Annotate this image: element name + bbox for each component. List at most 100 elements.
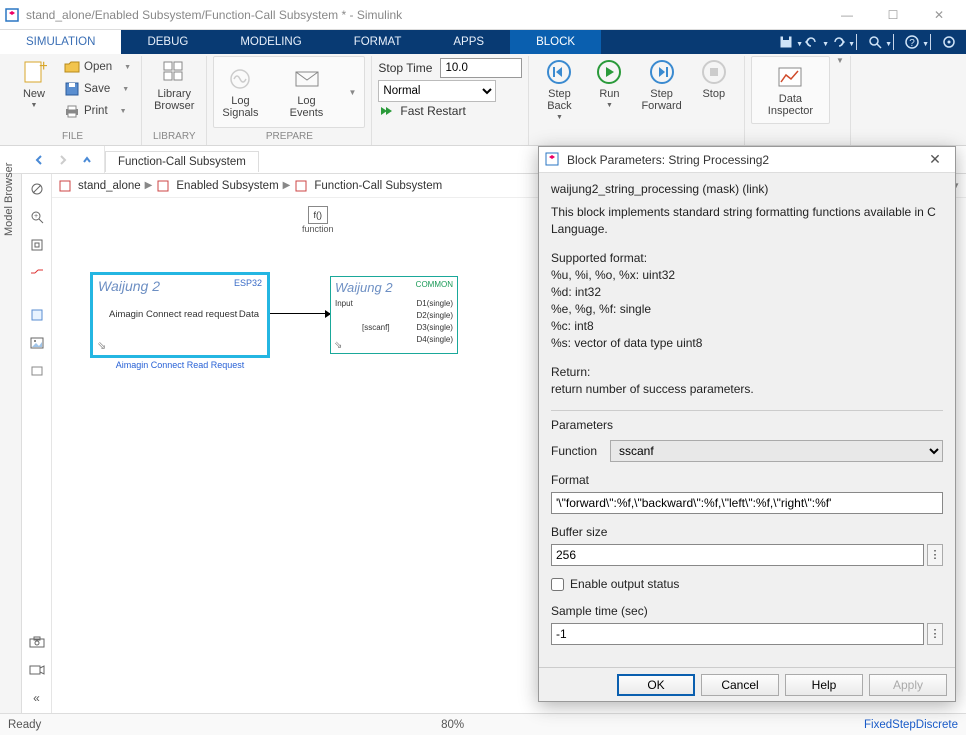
save-icon[interactable]: ▼ [775,32,797,52]
sim-mode-select[interactable]: Normal [378,80,496,102]
sample-more-button[interactable]: ⋮ [927,623,943,645]
area-icon[interactable] [26,360,48,382]
aimagin-connect-block[interactable]: Waijung 2ESP32 Aimagin Connect read requ… [90,272,270,358]
dialog-title: Block Parameters: String Processing2 [567,153,921,167]
quick-access-toolbar: ▼ ▼ ▼ ▼ ?▼ [775,30,966,54]
nav-forward-button[interactable] [52,149,74,171]
subsystem-icon [156,179,170,193]
nav-back-button[interactable] [28,149,50,171]
model-browser-label: Model Browser [3,163,15,236]
buffer-more-button[interactable]: ⋮ [927,544,943,566]
collapse-icon[interactable]: « [26,687,48,709]
help-button[interactable]: Help [785,674,863,696]
model-browser-rail[interactable]: Model Browser [0,174,22,713]
mask-description: This block implements standard string fo… [551,204,943,238]
help-icon[interactable]: ?▼ [901,32,923,52]
apply-button[interactable]: Apply [869,674,947,696]
step-back-button[interactable]: Step Back▼ [535,56,583,123]
group-simulate: Stop Time Normal Fast Restart [371,56,529,145]
tab-apps[interactable]: APPS [427,30,510,54]
model-icon [58,179,72,193]
fast-restart-button[interactable]: Fast Restart [378,104,522,118]
data-inspector-icon [776,63,804,91]
sample-time-input[interactable] [551,623,924,645]
undo-icon[interactable]: ▼ [801,32,823,52]
enable-output-checkbox[interactable] [551,578,564,591]
library-browser-button[interactable]: Library Browser [148,56,200,114]
svg-text:+: + [33,213,37,220]
print-icon [64,103,80,119]
status-zoom[interactable]: 80% [441,719,464,731]
return-header: Return: [551,364,943,381]
group-library: Library Browser LIBRARY [142,56,207,145]
chevron-right-icon: ▶ [283,180,291,191]
function-select[interactable]: sscanf [610,440,943,462]
annotation-icon[interactable] [26,304,48,326]
search-icon[interactable]: ▼ [864,32,886,52]
fit-view-icon[interactable] [26,234,48,256]
tab-debug[interactable]: DEBUG [121,30,214,54]
status-solver[interactable]: FixedStepDiscrete [864,719,958,731]
link-icon: ⇘ [97,339,106,352]
format-label: Format [551,472,943,489]
new-button[interactable]: + New ▼ [10,56,58,111]
tab-format[interactable]: FORMAT [328,30,428,54]
minimize-button[interactable]: — [824,0,870,30]
buffer-input[interactable] [551,544,924,566]
canvas-palette: + « [22,174,52,713]
function-trigger-block[interactable]: f() function [302,206,334,234]
group-simbuttons: Step Back▼ Run▼ Step Forward Stop [529,56,744,145]
string-processing-block[interactable]: Waijung 2COMMON InputD1(single) D2(singl… [330,276,458,354]
block-parameters-dialog: Block Parameters: String Processing2 ✕ w… [538,146,956,702]
log-events-button[interactable]: Log Events [283,63,331,121]
dialog-close-button[interactable]: ✕ [921,151,949,168]
breadcrumb-root[interactable]: stand_alone [78,180,141,192]
tab-simulation[interactable]: SIMULATION [0,30,121,54]
tab-modeling[interactable]: MODELING [214,30,327,54]
image-icon[interactable] [26,332,48,354]
print-button[interactable]: Print▼ [60,100,135,122]
log-signals-button[interactable]: Log Signals [216,63,264,121]
tab-block[interactable]: BLOCK [510,30,601,54]
stoptime-label: Stop Time [378,61,432,75]
sample-time-label: Sample time (sec) [551,603,943,620]
enable-output-label: Enable output status [570,576,679,593]
svg-text:+: + [39,59,47,75]
zoom-fit-icon[interactable]: + [26,206,48,228]
status-ready: Ready [8,719,41,731]
group-review: Data Inspector ▼ [745,56,851,145]
save-button[interactable]: Save▼ [60,78,135,100]
ok-button[interactable]: OK [617,674,695,696]
format-input[interactable] [551,492,943,514]
close-button[interactable]: ✕ [916,0,962,30]
breadcrumb-fcn[interactable]: Function-Call Subsystem [314,180,442,192]
redo-icon[interactable]: ▼ [827,32,849,52]
svg-text:?: ? [909,38,915,49]
subsystem-icon [294,179,308,193]
record-icon[interactable] [26,659,48,681]
run-button[interactable]: Run▼ [585,56,633,111]
stop-button[interactable]: Stop [690,56,738,102]
breadcrumb-enabled[interactable]: Enabled Subsystem [176,180,278,192]
hide-browser-icon[interactable] [26,178,48,200]
maximize-button[interactable]: ☐ [870,0,916,30]
toggle-sample-icon[interactable] [26,262,48,284]
cancel-button[interactable]: Cancel [701,674,779,696]
data-inspector-button[interactable]: Data Inspector [751,56,830,124]
step-forward-button[interactable]: Step Forward [635,56,687,114]
step-back-icon [545,58,573,86]
dialog-titlebar[interactable]: Block Parameters: String Processing2 ✕ [539,147,955,173]
save-icon [64,81,80,97]
nav-up-button[interactable] [76,149,98,171]
target-icon[interactable] [938,32,960,52]
run-icon [595,58,623,86]
log-signals-icon [226,65,254,93]
signal-wire[interactable] [270,313,330,314]
supported-format-header: Supported format: [551,250,943,267]
doc-tab[interactable]: Function-Call Subsystem [105,151,259,172]
fast-restart-icon [378,104,392,118]
window-title: stand_alone/Enabled Subsystem/Function-C… [26,8,824,22]
stoptime-input[interactable] [440,58,522,78]
open-button[interactable]: Open▼ [60,56,135,78]
screenshot-icon[interactable] [26,631,48,653]
